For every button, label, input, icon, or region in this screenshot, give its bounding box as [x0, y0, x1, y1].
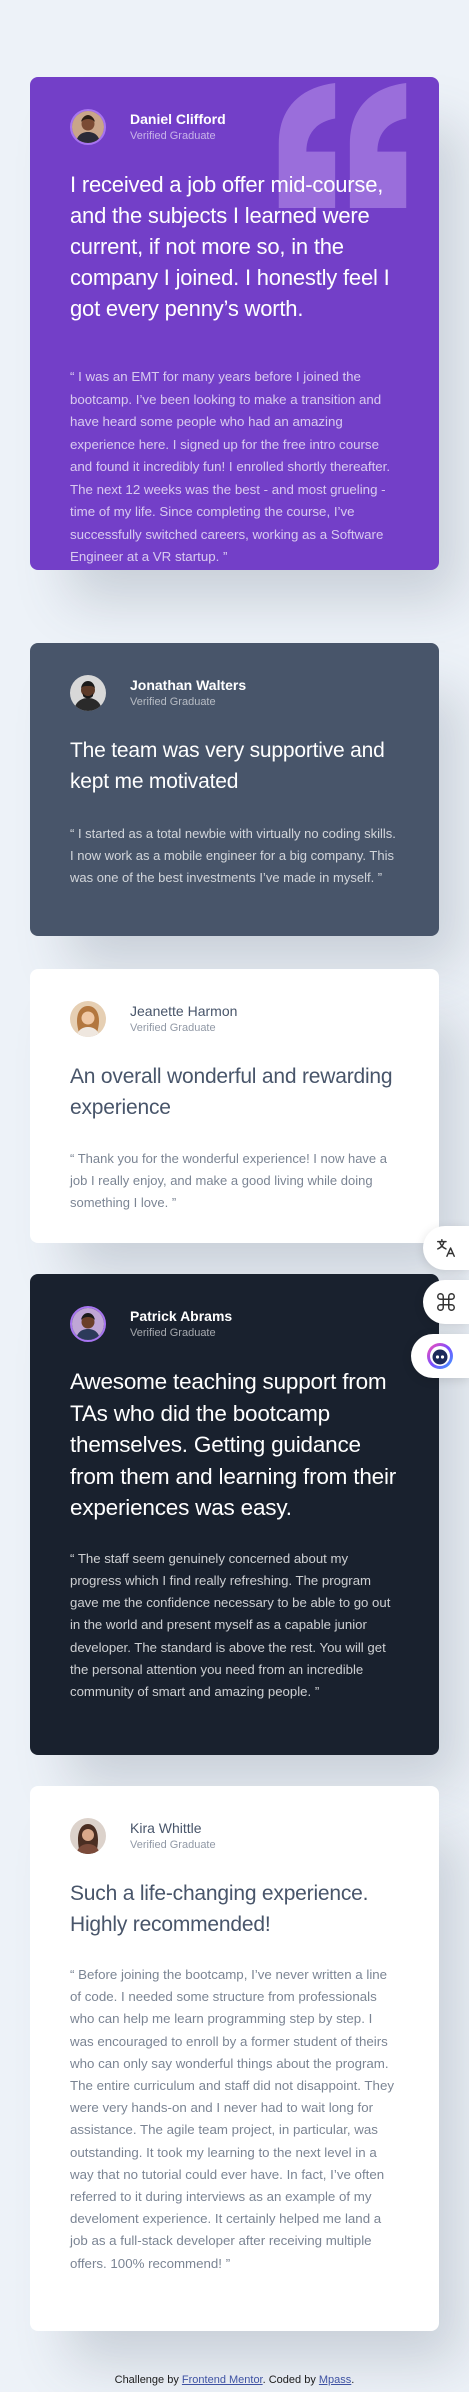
assistant-button[interactable]	[411, 1334, 469, 1378]
attribution-suffix: .	[351, 2374, 355, 2386]
author: Jonathan Walters Verified Graduate	[70, 673, 399, 713]
testimonial-body: “ I started as a total newbie with virtu…	[70, 826, 396, 885]
attribution-prefix: Challenge by	[114, 2374, 182, 2386]
attribution-middle: . Coded by	[262, 2374, 319, 2386]
testimonial-headline: Such a life-changing experience. Highly …	[70, 1882, 369, 1936]
author-name: Patrick Abrams	[130, 1307, 233, 1324]
testimonial-card-patrick: Patrick Abrams Verified Graduate Awesome…	[30, 1274, 439, 1755]
frontend-mentor-link[interactable]: Frontend Mentor	[182, 2374, 263, 2386]
author-name: Daniel Clifford	[130, 110, 226, 127]
author-name: Kira Whittle	[130, 1819, 202, 1836]
avatar	[70, 109, 106, 145]
author-role: Verified Graduate	[130, 1326, 216, 1339]
testimonial-headline: An overall wonderful and rewarding exper…	[70, 1065, 393, 1119]
testimonial-body: “ I was an EMT for many years before I j…	[70, 369, 391, 564]
testimonial-headline: The team was very supportive and kept me…	[70, 739, 385, 793]
author: Daniel Clifford Verified Graduate	[70, 107, 399, 147]
testimonial-card-daniel: Daniel Clifford Verified Graduate I rece…	[30, 77, 439, 570]
author: Kira Whittle Verified Graduate	[70, 1816, 399, 1856]
author-name: Jonathan Walters	[130, 676, 247, 693]
author-role: Verified Graduate	[130, 1838, 216, 1851]
author: Jeanette Harmon Verified Graduate	[70, 999, 399, 1039]
attribution: Challenge by Frontend Mentor. Coded by M…	[0, 2373, 469, 2387]
testimonial-card-jeanette: Jeanette Harmon Verified Graduate An ove…	[30, 969, 439, 1243]
translate-icon	[437, 1239, 455, 1257]
avatar	[70, 1001, 106, 1037]
testimonial-card-kira: Kira Whittle Verified Graduate Such a li…	[30, 1786, 439, 2331]
testimonial-headline: I received a job offer mid-course, and t…	[70, 172, 390, 321]
author-role: Verified Graduate	[130, 1021, 216, 1034]
testimonial-body: “ Before joining the bootcamp, I’ve neve…	[70, 1967, 394, 2271]
avatar	[70, 675, 106, 711]
testimonial-body: “ Thank you for the wonderful experience…	[70, 1151, 388, 1210]
author-name: Jeanette Harmon	[130, 1002, 238, 1019]
author-role: Verified Graduate	[130, 129, 216, 142]
testimonial-headline: Awesome teaching support from TAs who di…	[70, 1369, 397, 1520]
command-icon	[437, 1293, 455, 1311]
testimonial-card-jonathan: Jonathan Walters Verified Graduate The t…	[30, 643, 439, 936]
testimonial-body: “ The staff seem genuinely concerned abo…	[70, 1550, 391, 1700]
command-button[interactable]	[423, 1280, 469, 1324]
avatar	[70, 1306, 106, 1342]
avatar	[70, 1818, 106, 1854]
author: Patrick Abrams Verified Graduate	[70, 1304, 399, 1344]
translate-button[interactable]	[423, 1226, 469, 1270]
assistant-icon	[427, 1343, 453, 1369]
author-link[interactable]: Mpass	[319, 2374, 351, 2386]
author-role: Verified Graduate	[130, 695, 216, 708]
